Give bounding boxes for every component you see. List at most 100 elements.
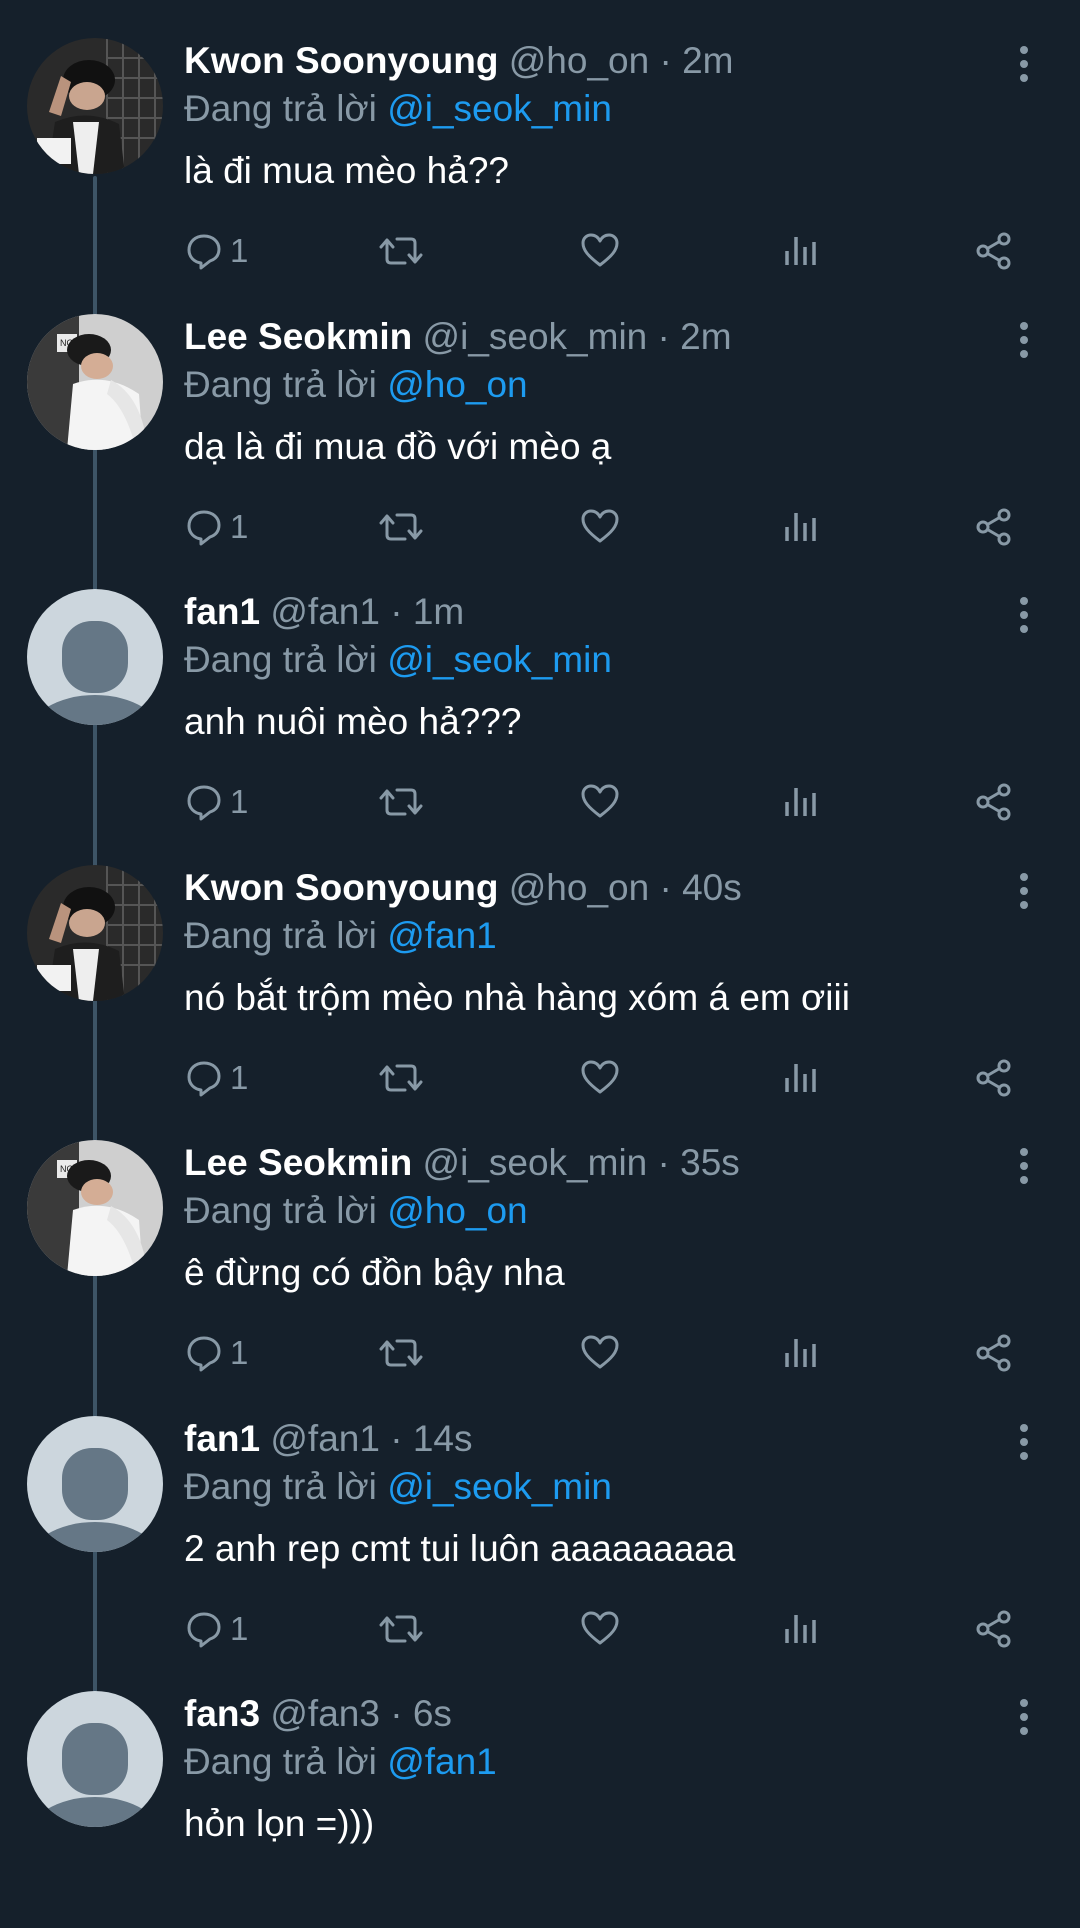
display-name[interactable]: Kwon Soonyoung [184,40,498,81]
retweet-button[interactable] [379,504,423,550]
share-button[interactable] [974,1330,1014,1376]
like-button[interactable] [580,504,620,550]
reply-button[interactable]: 1 [184,1606,248,1652]
heart-icon [580,507,620,547]
analytics-button[interactable] [781,1330,821,1376]
avatar[interactable] [27,1416,163,1552]
like-button[interactable] [580,1330,620,1376]
reply-button[interactable]: 1 [184,228,248,274]
reply-button[interactable]: 1 [184,1330,248,1376]
reply-button[interactable]: 1 [184,1055,248,1101]
separator-dot: · [659,867,672,908]
display-name[interactable]: fan1 [184,1418,260,1459]
photo-avatar-soonyoung [27,865,163,1001]
avatar[interactable] [27,1140,163,1276]
analytics-button[interactable] [781,779,821,825]
share-button[interactable] [974,1606,1014,1652]
share-button[interactable] [974,228,1014,274]
more-options-icon[interactable] [1006,595,1042,635]
reply-icon [184,782,224,822]
avatar[interactable] [27,314,163,450]
retweet-button[interactable] [379,1606,423,1652]
reply-icon [184,231,224,271]
reply-button[interactable]: 1 [184,779,248,825]
user-handle[interactable]: @ho_on [509,40,649,81]
analytics-button[interactable] [781,504,821,550]
mention-link[interactable]: @i_seok_min [387,639,612,680]
share-button[interactable] [974,1055,1014,1101]
tweet[interactable]: Lee Seokmin @i_seok_min · 35s Đang trả lờ… [0,1102,1080,1377]
avatar[interactable] [27,865,163,1001]
tweet-text: anh nuôi mèo hả??? [184,701,522,742]
retweet-button[interactable] [379,1055,423,1101]
retweet-button[interactable] [379,779,423,825]
analytics-button[interactable] [781,1055,821,1101]
tweet-actions: 1 [184,1330,1034,1376]
tweet[interactable]: Kwon Soonyoung @ho_on · 2m Đang trả lời @… [0,0,1080,275]
more-options-icon[interactable] [1006,1697,1042,1737]
avatar[interactable] [27,589,163,725]
user-handle[interactable]: @fan1 [270,591,380,632]
retweet-icon [379,1058,423,1098]
tweet-actions: 1 [184,228,1034,274]
display-name[interactable]: fan1 [184,591,260,632]
share-button[interactable] [974,779,1014,825]
mention-link[interactable]: @fan1 [387,1741,497,1782]
more-options-icon[interactable] [1006,1146,1042,1186]
like-button[interactable] [580,1606,620,1652]
default-avatar [27,1691,163,1827]
tweet[interactable]: fan1 @fan1 · 14s Đang trả lời @i_seok_min… [0,1378,1080,1653]
like-button[interactable] [580,228,620,274]
tweet-header: fan1 @fan1 · 1m [184,589,464,635]
replying-to: Đang trả lời @i_seok_min [184,1464,612,1510]
replying-to: Đang trả lời @fan1 [184,1739,497,1785]
tweet[interactable]: Lee Seokmin @i_seok_min · 2m Đang trả lời… [0,276,1080,551]
user-handle[interactable]: @ho_on [509,867,649,908]
replying-to: Đang trả lời @fan1 [184,913,497,959]
reply-count: 1 [230,1334,249,1371]
share-icon [974,231,1014,271]
reply-icon [184,1609,224,1649]
more-options-icon[interactable] [1006,871,1042,911]
mention-link[interactable]: @ho_on [387,1190,527,1231]
like-button[interactable] [580,779,620,825]
user-handle[interactable]: @i_seok_min [423,316,648,357]
display-name[interactable]: fan3 [184,1693,260,1734]
more-options-icon[interactable] [1006,320,1042,360]
retweet-button[interactable] [379,228,423,274]
like-button[interactable] [580,1055,620,1101]
analytics-button[interactable] [781,1606,821,1652]
more-options-icon[interactable] [1006,1422,1042,1462]
avatar[interactable] [27,1691,163,1827]
tweet[interactable]: Kwon Soonyoung @ho_on · 40s Đang trả lời … [0,827,1080,1102]
display-name[interactable]: Kwon Soonyoung [184,867,498,908]
user-handle[interactable]: @fan3 [270,1693,380,1734]
share-icon [974,1058,1014,1098]
tweet[interactable]: fan3 @fan3 · 6s Đang trả lời @fan1 hỏn lọn… [0,1653,1080,1928]
timestamp[interactable]: 2m [682,40,733,81]
tweet-text: hỏn lọn =))) [184,1803,375,1844]
timestamp[interactable]: 35s [680,1142,740,1183]
timestamp[interactable]: 1m [413,591,464,632]
user-handle[interactable]: @i_seok_min [423,1142,648,1183]
mention-link[interactable]: @ho_on [387,364,527,405]
timestamp[interactable]: 2m [680,316,731,357]
display-name[interactable]: Lee Seokmin [184,1142,412,1183]
display-name[interactable]: Lee Seokmin [184,316,412,357]
avatar[interactable] [27,38,163,174]
more-options-icon[interactable] [1006,44,1042,84]
analytics-button[interactable] [781,228,821,274]
tweet[interactable]: fan1 @fan1 · 1m Đang trả lời @i_seok_min a… [0,551,1080,826]
reply-icon [184,1058,224,1098]
timestamp[interactable]: 6s [413,1693,452,1734]
mention-link[interactable]: @fan1 [387,915,497,956]
separator-dot: · [390,591,403,632]
share-button[interactable] [974,504,1014,550]
mention-link[interactable]: @i_seok_min [387,1466,612,1507]
timestamp[interactable]: 14s [413,1418,473,1459]
reply-button[interactable]: 1 [184,504,248,550]
user-handle[interactable]: @fan1 [270,1418,380,1459]
mention-link[interactable]: @i_seok_min [387,88,612,129]
retweet-button[interactable] [379,1330,423,1376]
timestamp[interactable]: 40s [682,867,742,908]
